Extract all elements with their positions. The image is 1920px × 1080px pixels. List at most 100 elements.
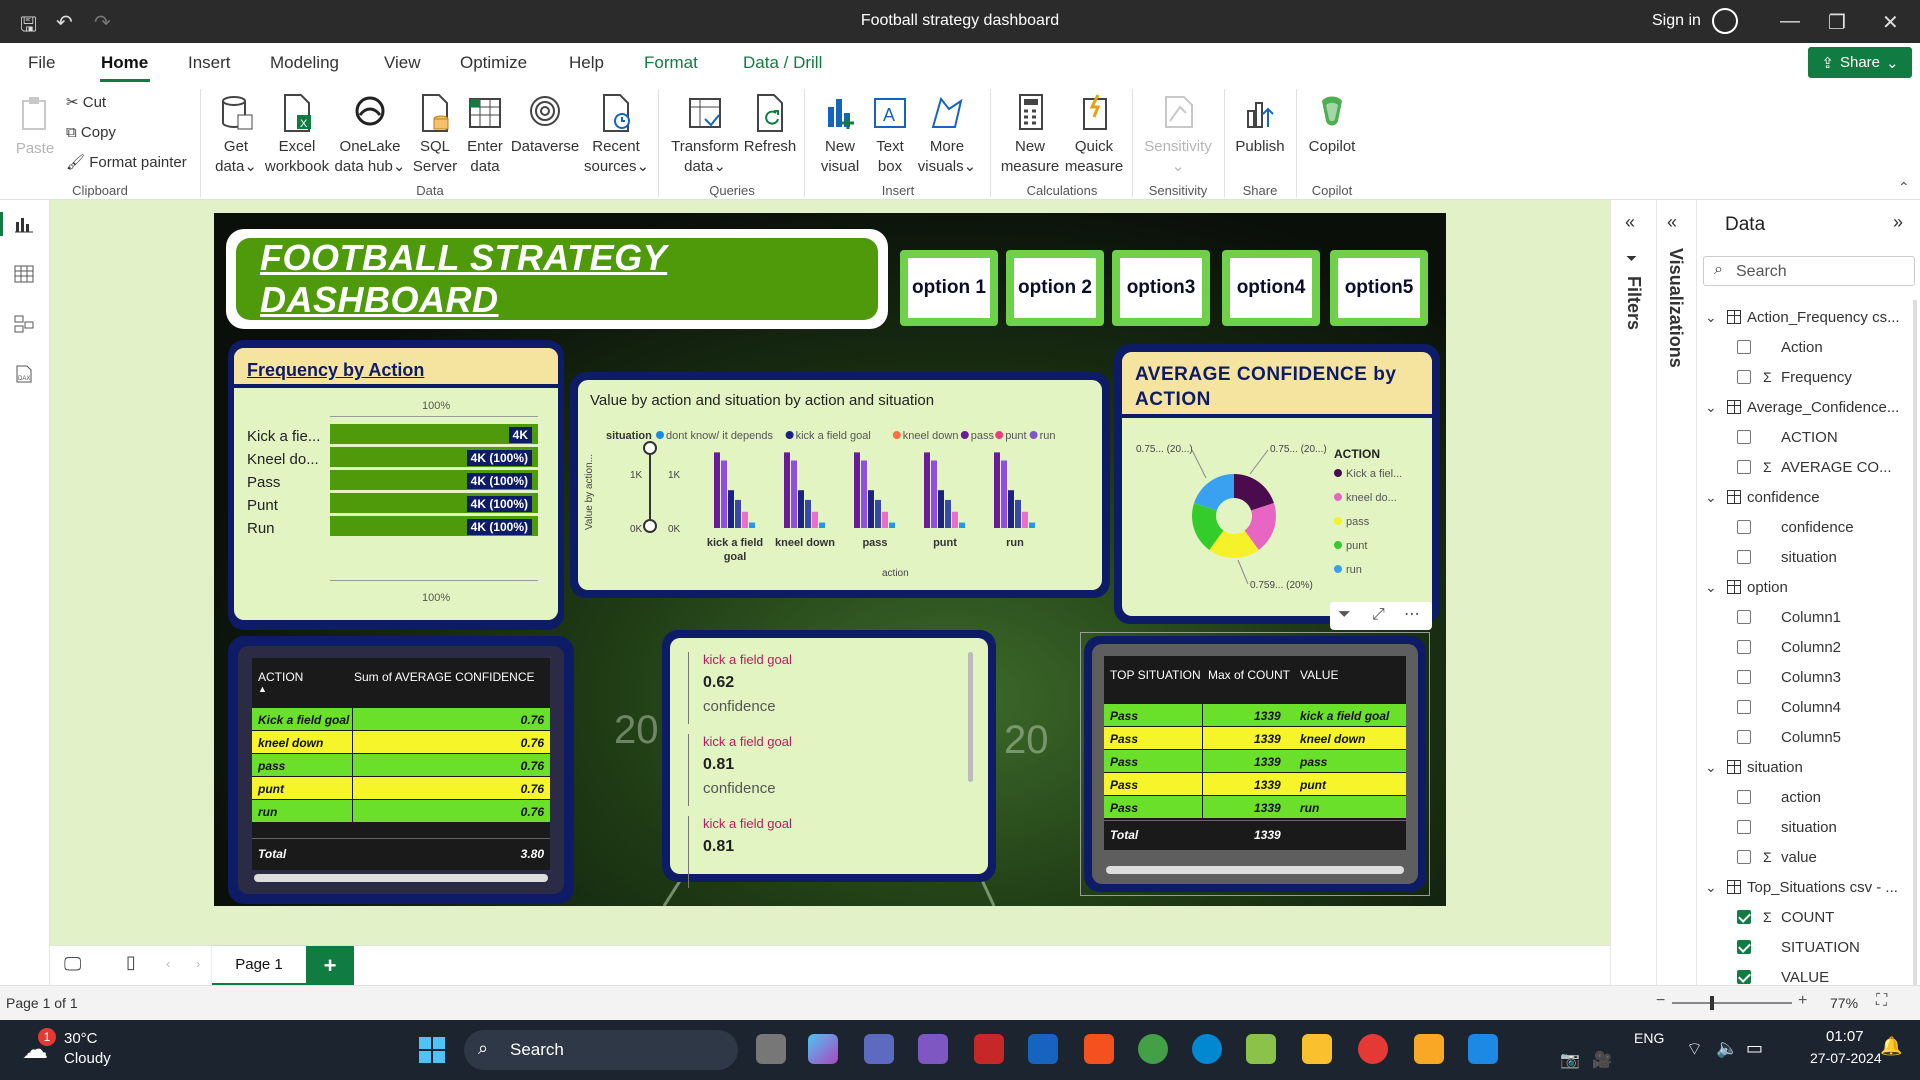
zoom-slider-thumb[interactable] xyxy=(1710,996,1714,1010)
field-checkbox[interactable] xyxy=(1737,970,1751,984)
donut-legend-item[interactable]: pass xyxy=(1346,516,1370,528)
legend-item[interactable]: dont know/ it depends xyxy=(666,430,774,442)
onelake-button[interactable]: OneLake data hub⌄ xyxy=(332,93,408,177)
menu-file[interactable]: File xyxy=(28,53,55,73)
bar-4-0[interactable] xyxy=(994,452,1000,528)
field-checkbox[interactable] xyxy=(1737,550,1751,564)
collapse-filters-icon[interactable]: « xyxy=(1625,212,1635,233)
avg-confidence-donut[interactable]: 0.75... (20...) 0.75... (20...) 0.759... (… xyxy=(1122,352,1432,616)
chevron-down-icon[interactable]: ⌄ xyxy=(1705,399,1721,416)
donut-legend-item[interactable]: run xyxy=(1346,564,1362,576)
publish-button[interactable]: Publish xyxy=(1232,93,1288,157)
data-field-node[interactable]: Σ COUNT xyxy=(1697,902,1920,932)
field-checkbox[interactable] xyxy=(1737,700,1751,714)
menu-view[interactable]: View xyxy=(384,53,421,73)
legend-item[interactable]: punt xyxy=(1005,430,1026,442)
zoom-in-icon[interactable]: + xyxy=(1798,992,1807,1010)
close-icon[interactable]: ✕ xyxy=(1882,10,1899,35)
wifi-icon[interactable]: ⌔ xyxy=(1686,1038,1703,1061)
weather-temp[interactable]: 30°C xyxy=(64,1030,98,1047)
bar-2-5[interactable] xyxy=(889,522,895,528)
value-bar-chart[interactable]: situation dont know/ it depends kick a fie… xyxy=(578,380,1102,590)
field-checkbox[interactable] xyxy=(1737,370,1751,384)
bar-4-1[interactable] xyxy=(1001,460,1007,529)
data-field-node[interactable]: Column3 xyxy=(1697,662,1920,692)
minimize-icon[interactable]: — xyxy=(1780,10,1800,33)
option-4-button[interactable]: option4 xyxy=(1222,250,1320,326)
bar-2-1[interactable] xyxy=(861,460,867,529)
table-row[interactable]: Pass 1339 kick a field goal xyxy=(1104,704,1406,727)
more-visuals-button[interactable]: More visuals⌄ xyxy=(914,93,980,177)
menu-insert[interactable]: Insert xyxy=(188,53,231,73)
share-button[interactable]: ⇪ Share ⌄ xyxy=(1808,47,1912,78)
store-icon[interactable] xyxy=(1084,1034,1114,1064)
bar-3-3[interactable] xyxy=(945,499,951,528)
chevron-down-icon[interactable]: ⌄ xyxy=(1705,759,1721,776)
vertical-scrollbar[interactable] xyxy=(1913,300,1917,1020)
top-table-card[interactable]: TOP SITUATION Max of COUNT VALUE Pass 133… xyxy=(1092,644,1418,884)
copilot-button[interactable]: Copilot xyxy=(1304,93,1360,157)
collapse-data-icon[interactable]: » xyxy=(1893,212,1903,233)
legend-item[interactable]: pass xyxy=(971,430,995,442)
avg-table-card[interactable]: ACTION ▲ Sum of AVERAGE CONFIDENCE Kick … xyxy=(238,646,564,894)
data-table-node[interactable]: ⌄ Action_Frequency cs... xyxy=(1697,302,1920,332)
bar-3-2[interactable] xyxy=(938,490,944,528)
data-table-node[interactable]: ⌄ Average_Confidence... xyxy=(1697,392,1920,422)
bar-0-4[interactable] xyxy=(742,511,748,528)
paste-button[interactable]: Paste xyxy=(14,95,56,159)
field-checkbox[interactable] xyxy=(1737,910,1751,924)
report-view-icon[interactable] xyxy=(14,214,34,234)
new-visual-button[interactable]: New visual xyxy=(812,93,868,177)
next-page-icon[interactable]: › xyxy=(196,956,200,971)
clock-date[interactable]: 27-07-2024 xyxy=(1810,1050,1882,1066)
power-bi-icon[interactable] xyxy=(1414,1034,1444,1064)
confidence-list-card[interactable]: kick a field goal 0.62 confidence kick a fi… xyxy=(670,638,988,888)
bar-4-2[interactable] xyxy=(1008,490,1014,528)
list-item[interactable]: kick a field goal 0.81 xyxy=(688,816,958,888)
data-field-node[interactable]: situation xyxy=(1697,542,1920,572)
field-checkbox[interactable] xyxy=(1737,640,1751,654)
desktop-layout-icon[interactable]: 🖵 xyxy=(64,954,81,975)
notepad-icon[interactable] xyxy=(1468,1034,1498,1064)
table-row[interactable]: Pass 1339 punt xyxy=(1104,773,1406,796)
range-slider-handle[interactable] xyxy=(643,441,657,455)
data-field-node[interactable]: Σ AVERAGE CO... xyxy=(1697,452,1920,482)
add-page-button[interactable]: + xyxy=(306,946,354,986)
sql-server-button[interactable]: SQL Server xyxy=(410,93,460,177)
top-table-header-count[interactable]: Max of COUNT xyxy=(1208,668,1290,682)
page-1-tab[interactable]: Page 1 xyxy=(212,946,306,986)
table-row[interactable]: kneel down 0.76 xyxy=(252,731,550,754)
table-row[interactable]: Pass 1339 kneel down xyxy=(1104,727,1406,750)
horizontal-scrollbar[interactable] xyxy=(254,874,548,882)
filters-label[interactable]: Filters xyxy=(1623,276,1644,330)
bar-0-0[interactable] xyxy=(714,452,720,528)
data-field-node[interactable]: Column4 xyxy=(1697,692,1920,722)
bar-1-3[interactable] xyxy=(805,499,811,528)
prev-page-icon[interactable]: ‹ xyxy=(166,956,170,971)
option-3-button[interactable]: option3 xyxy=(1112,250,1210,326)
data-field-node[interactable]: Σ Frequency xyxy=(1697,362,1920,392)
account-icon[interactable] xyxy=(1712,8,1738,34)
data-search-input[interactable]: ⌕ Search xyxy=(1703,256,1915,286)
bar-4-3[interactable] xyxy=(1015,499,1021,528)
sensitivity-button[interactable]: Sensitivity ⌄ xyxy=(1140,93,1216,177)
table-row[interactable]: Kick a field goal 0.76 xyxy=(252,708,550,731)
frequency-bar[interactable]: 4K xyxy=(330,424,538,444)
bar-3-1[interactable] xyxy=(931,460,937,529)
menu-home[interactable]: Home xyxy=(101,53,148,73)
bar-3-0[interactable] xyxy=(924,452,930,528)
filter-icon[interactable]: ⏷ xyxy=(1338,606,1351,624)
bar-2-3[interactable] xyxy=(875,499,881,528)
chevron-down-icon[interactable]: ⌄ xyxy=(1705,309,1721,326)
dataverse-button[interactable]: Dataverse xyxy=(510,93,580,157)
top-table-header-value[interactable]: VALUE xyxy=(1300,668,1338,682)
table-row[interactable]: pass 0.76 xyxy=(252,754,550,777)
bar-4-5[interactable] xyxy=(1029,522,1035,528)
data-field-node[interactable]: Column5 xyxy=(1697,722,1920,752)
model-view-icon[interactable] xyxy=(14,314,34,334)
menu-modeling[interactable]: Modeling xyxy=(270,53,339,73)
bar-2-0[interactable] xyxy=(854,452,860,528)
quick-measure-button[interactable]: Quick measure xyxy=(1062,93,1126,177)
menu-optimize[interactable]: Optimize xyxy=(460,53,527,73)
field-checkbox[interactable] xyxy=(1737,340,1751,354)
